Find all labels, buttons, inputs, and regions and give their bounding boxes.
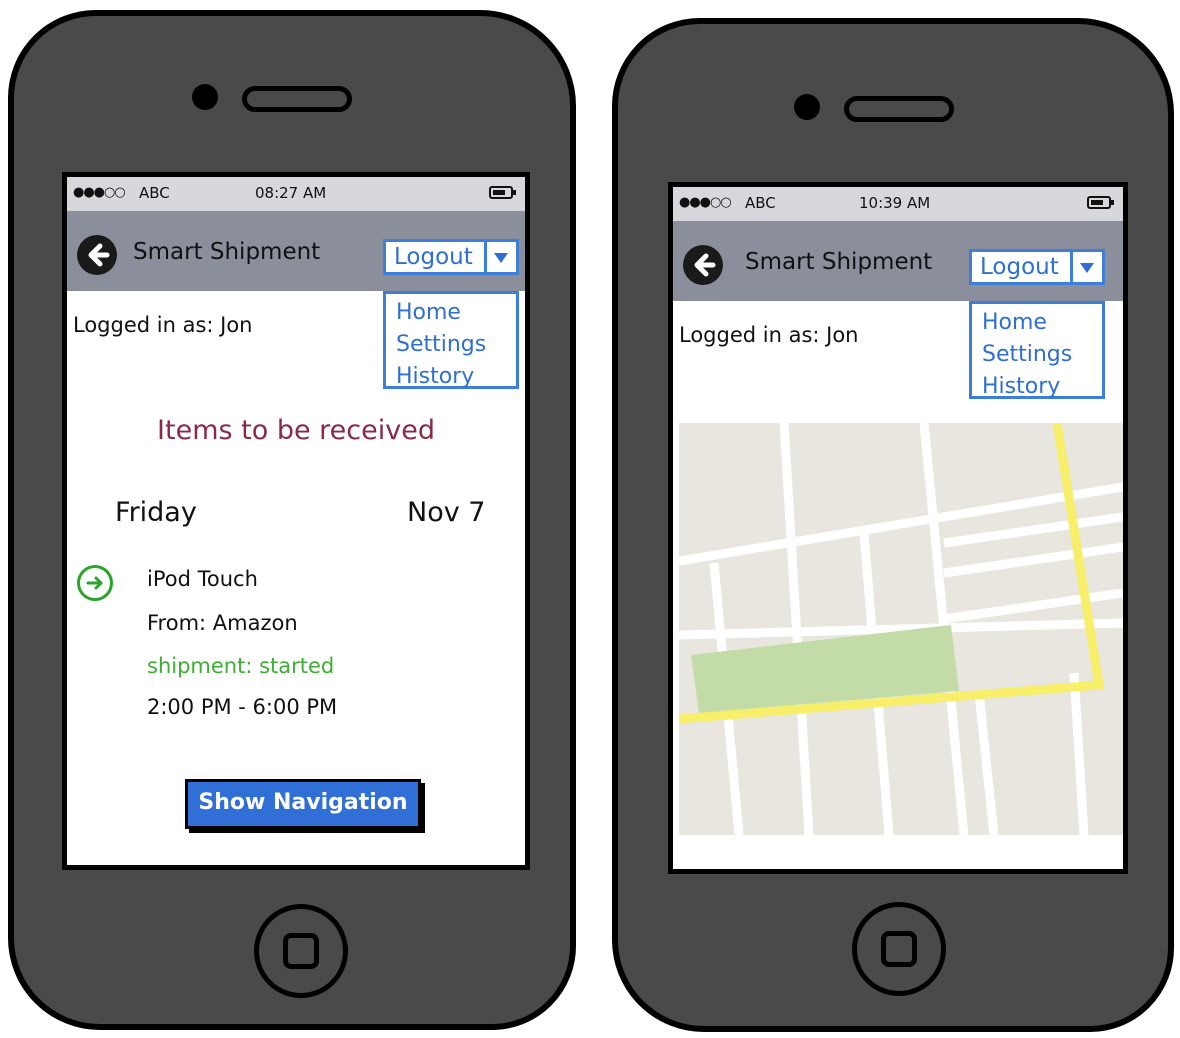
menu-item-home[interactable]: Home — [396, 302, 461, 324]
status-time: 08:27 AM — [255, 184, 327, 202]
app-title: Smart Shipment — [133, 239, 321, 265]
back-arrow-circle-icon[interactable] — [683, 245, 723, 285]
map-svg[interactable] — [678, 422, 1123, 836]
app-title: Smart Shipment — [745, 249, 933, 275]
phone-right: ●●●○○ ABC 10:39 AM Smart Shipment Logout… — [612, 18, 1174, 1032]
delivery-date: Nov 7 — [407, 497, 486, 528]
nav-bar: Smart Shipment Logout — [673, 221, 1123, 301]
show-navigation-button[interactable]: Show Navigation — [185, 779, 421, 829]
battery-icon — [1087, 196, 1114, 209]
camera — [794, 94, 820, 120]
speaker — [844, 96, 954, 122]
signal-icon: ●●●○○ — [679, 195, 732, 210]
menu-item-home[interactable]: Home — [982, 312, 1047, 334]
back-arrow-circle-icon[interactable] — [77, 235, 117, 275]
signal-icon: ●●●○○ — [73, 185, 126, 200]
status-bar: ●●●○○ ABC 10:39 AM — [673, 187, 1123, 221]
screen-map: ●●●○○ ABC 10:39 AM Smart Shipment Logout… — [668, 182, 1128, 874]
phone-left: ●●●○○ ABC 08:27 AM Smart Shipment Logout… — [8, 10, 576, 1030]
delivery-day: Friday — [115, 497, 197, 528]
status-bar: ●●●○○ ABC 08:27 AM — [67, 177, 525, 211]
home-square-icon — [283, 933, 319, 969]
speaker — [242, 86, 352, 112]
logout-dropdown-button[interactable]: Logout — [383, 239, 519, 275]
menu-item-history[interactable]: History — [982, 376, 1060, 398]
logout-label[interactable]: Logout — [394, 244, 473, 270]
logged-in-label: Logged in as: Jon — [679, 323, 859, 347]
menu-item-history[interactable]: History — [396, 366, 474, 388]
menu-item-settings[interactable]: Settings — [982, 344, 1072, 366]
status-time: 10:39 AM — [859, 194, 931, 212]
item-time-window: 2:00 PM - 6:00 PM — [147, 695, 338, 719]
home-button[interactable] — [852, 902, 946, 996]
logout-label[interactable]: Logout — [980, 254, 1059, 280]
menu-item-settings[interactable]: Settings — [396, 334, 486, 356]
dropdown-menu: Home Settings History — [383, 291, 519, 389]
logged-in-label: Logged in as: Jon — [73, 313, 253, 337]
caret-down-icon[interactable] — [484, 242, 516, 272]
carrier-label: ABC — [745, 194, 776, 212]
logout-dropdown-button[interactable]: Logout — [969, 249, 1105, 285]
camera — [192, 84, 218, 110]
carrier-label: ABC — [139, 184, 170, 202]
item-name: iPod Touch — [147, 567, 258, 591]
home-button[interactable] — [254, 904, 348, 998]
map-view[interactable] — [678, 422, 1123, 836]
page-heading: Items to be received — [157, 415, 435, 446]
screen-shipments: ●●●○○ ABC 08:27 AM Smart Shipment Logout… — [62, 172, 530, 870]
item-status: shipment: started — [147, 654, 335, 678]
battery-icon — [489, 186, 516, 199]
caret-down-icon[interactable] — [1070, 252, 1102, 282]
home-square-icon — [881, 931, 917, 967]
dropdown-menu: Home Settings History — [969, 301, 1105, 399]
arrow-right-circle-icon[interactable] — [77, 565, 113, 601]
nav-bar: Smart Shipment Logout — [67, 211, 525, 291]
item-from: From: Amazon — [147, 611, 298, 635]
